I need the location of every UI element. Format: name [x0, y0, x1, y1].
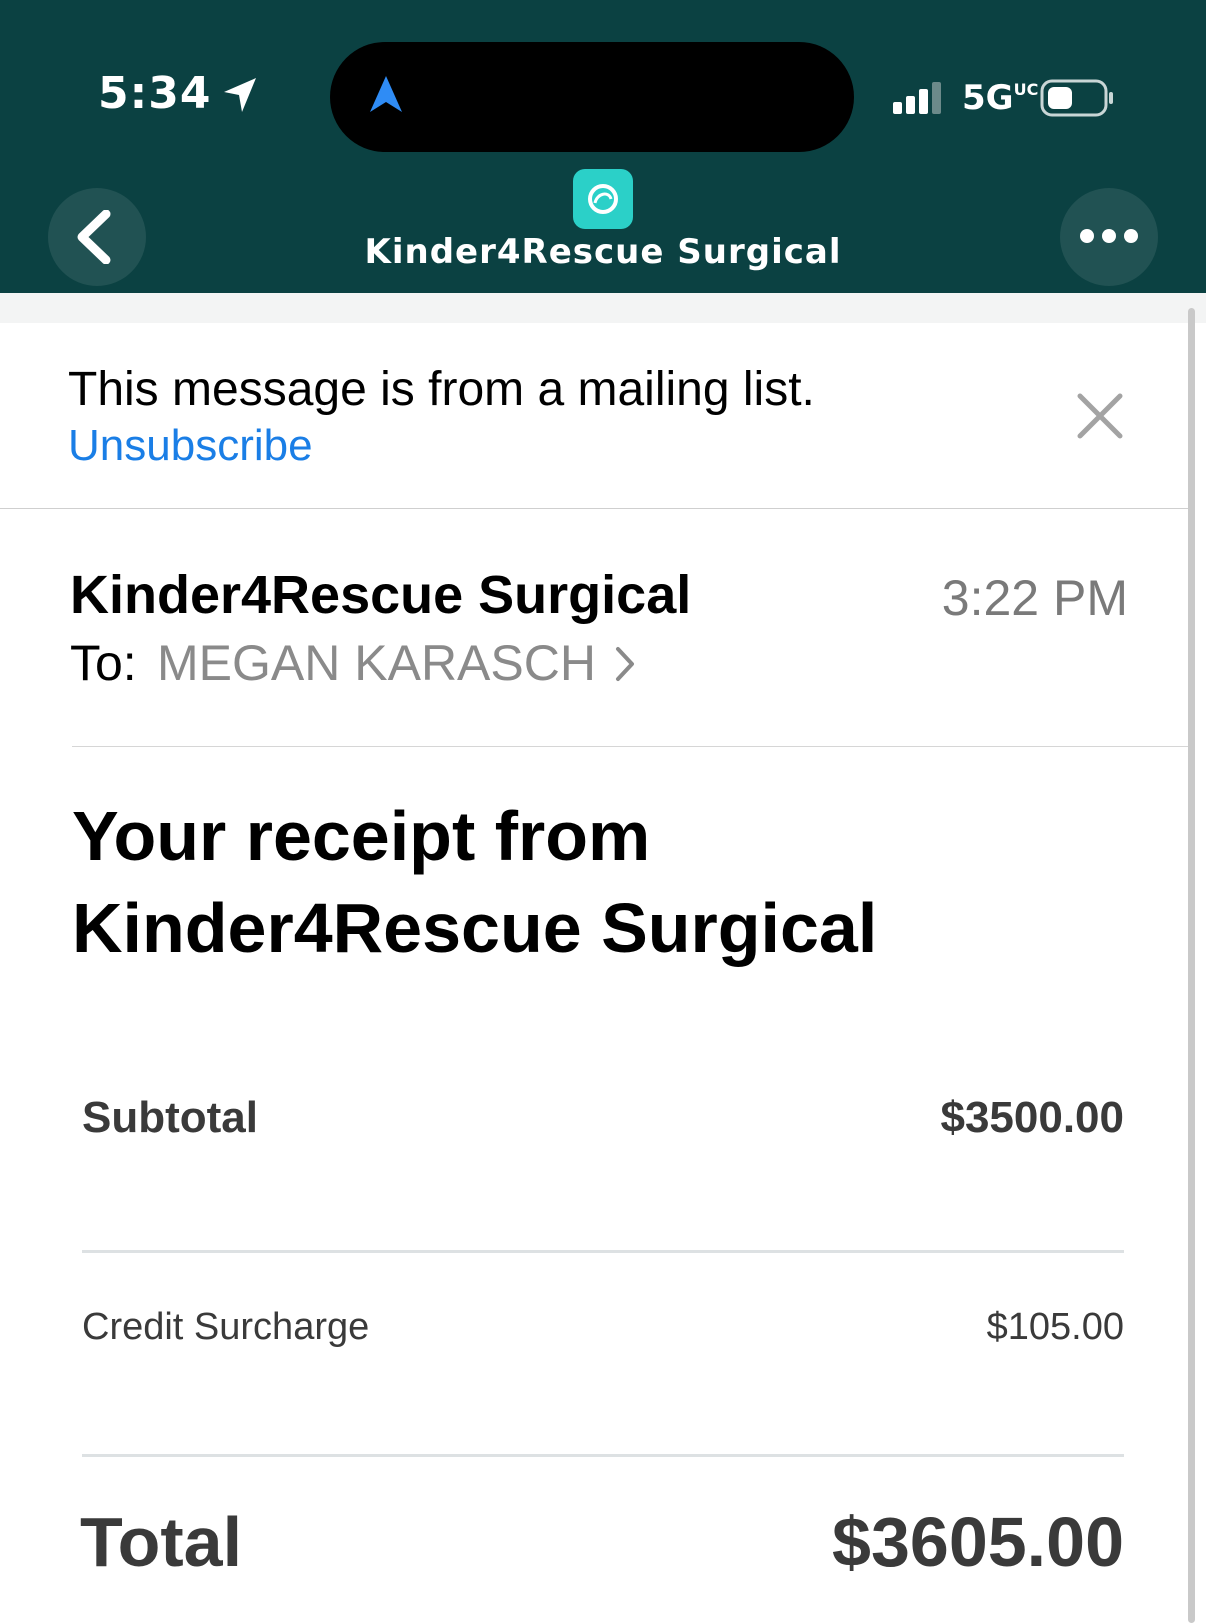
app-header: 5:34 5GUC Kinder4Rescue Surgical: [0, 0, 1206, 293]
subtotal-value: $3500.00: [940, 1093, 1124, 1142]
cellular-signal-icon: [893, 82, 947, 119]
navigation-arrow-icon: [366, 74, 406, 119]
status-time: 5:34: [98, 68, 212, 119]
header-title: Kinder4Rescue Surgical: [364, 232, 842, 272]
more-options-button[interactable]: [1060, 188, 1158, 286]
chevron-right-icon[interactable]: [614, 646, 636, 687]
header-separator: [0, 293, 1206, 323]
divider: [0, 508, 1188, 509]
subtotal-label: Subtotal: [82, 1093, 258, 1142]
unsubscribe-link[interactable]: Unsubscribe: [68, 421, 313, 471]
surcharge-value: $105.00: [986, 1306, 1124, 1348]
to-label: To:: [70, 635, 137, 691]
receipt-divider: [82, 1454, 1124, 1457]
total-label: Total: [80, 1503, 243, 1581]
surcharge-label: Credit Surcharge: [82, 1306, 370, 1348]
recipient-name[interactable]: MEGAN KARASCH: [157, 634, 596, 692]
receipt-title: Your receipt from Kinder4Rescue Surgical: [72, 797, 878, 967]
scrollbar[interactable]: [1188, 308, 1195, 1623]
dynamic-island: [330, 42, 854, 152]
location-arrow-icon: [222, 76, 258, 119]
sender-name: Kinder4Rescue Surgical: [70, 565, 692, 625]
app-logo-icon: [573, 169, 633, 229]
receipt-divider: [82, 1250, 1124, 1253]
divider: [72, 746, 1188, 747]
close-icon[interactable]: [1077, 393, 1123, 444]
mailing-list-notice: This message is from a mailing list.: [68, 363, 815, 416]
email-time: 3:22 PM: [941, 570, 1128, 626]
network-label: 5GUC: [962, 78, 1039, 118]
total-value: $3605.00: [832, 1503, 1124, 1581]
battery-icon: [1040, 78, 1116, 123]
